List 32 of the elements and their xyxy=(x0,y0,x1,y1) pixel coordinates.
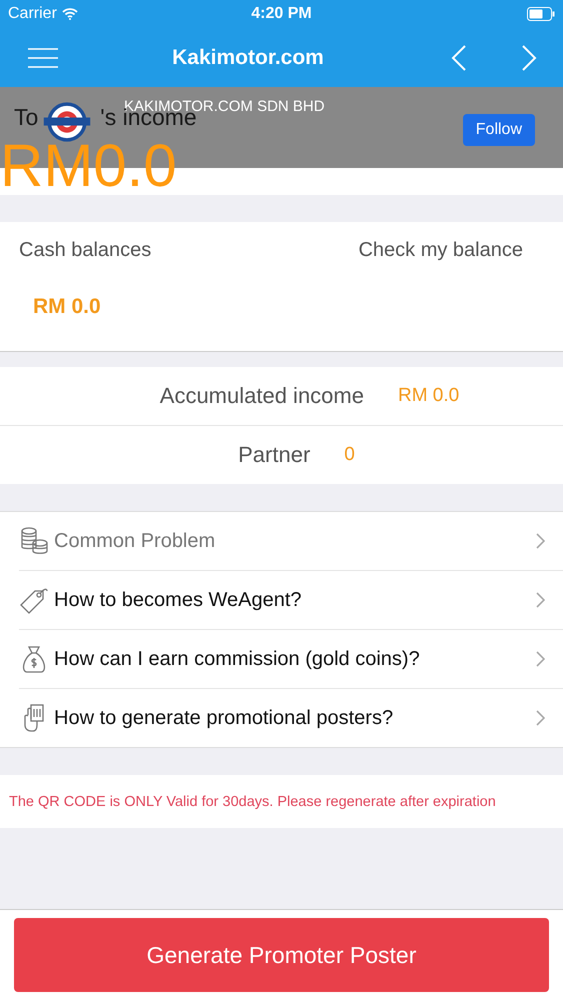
stat-value: RM 0.0 xyxy=(398,385,460,407)
stat-label: Accumulated income xyxy=(160,383,364,409)
generate-poster-button[interactable]: Generate Promoter Poster xyxy=(14,918,549,992)
chevron-icon xyxy=(536,651,545,667)
cash-value: RM 0.0 xyxy=(33,295,101,319)
check-balance-link[interactable]: Check my balance xyxy=(358,239,523,262)
status-time: 4:20 PM xyxy=(251,5,312,23)
wifi-icon xyxy=(62,8,78,20)
menu-item-label: Common Problem xyxy=(54,530,216,552)
menu-item-label: How to generate promotional posters? xyxy=(54,706,394,730)
stat-label: Partner xyxy=(238,442,310,468)
menu-item-label: How to becomes WeAgent? xyxy=(54,588,303,612)
menu-item[interactable]: How to generate promotional posters? xyxy=(19,689,563,747)
income-label: To xyxy=(14,104,38,131)
menu-item[interactable]: How can I earn commission (gold coins)? xyxy=(19,630,563,689)
expiry-notice: The QR CODE is ONLY Valid for 30days. Please regenerate after expiration xyxy=(9,794,496,810)
page-title: Kakimotor.com xyxy=(171,46,325,70)
menu-item-label: How can I earn commission (gold coins)? xyxy=(54,648,421,670)
back-icon[interactable] xyxy=(451,44,467,72)
chevron-icon xyxy=(536,533,545,549)
battery-icon xyxy=(527,7,555,21)
menu-item[interactable]: How to becomes WeAgent? xyxy=(19,571,563,630)
menu-icon[interactable] xyxy=(27,46,59,68)
coins-icon xyxy=(19,526,49,556)
chevron-icon xyxy=(536,710,545,726)
carrier-name: Carrier xyxy=(8,5,57,23)
menu-item[interactable]: Common Problem xyxy=(19,512,563,571)
chevron-icon xyxy=(536,592,545,608)
stat-value: 0 xyxy=(344,444,355,466)
cash-label: Cash balances xyxy=(19,239,152,262)
follow-button[interactable]: Follow xyxy=(462,114,535,146)
forward-icon[interactable] xyxy=(521,44,537,72)
